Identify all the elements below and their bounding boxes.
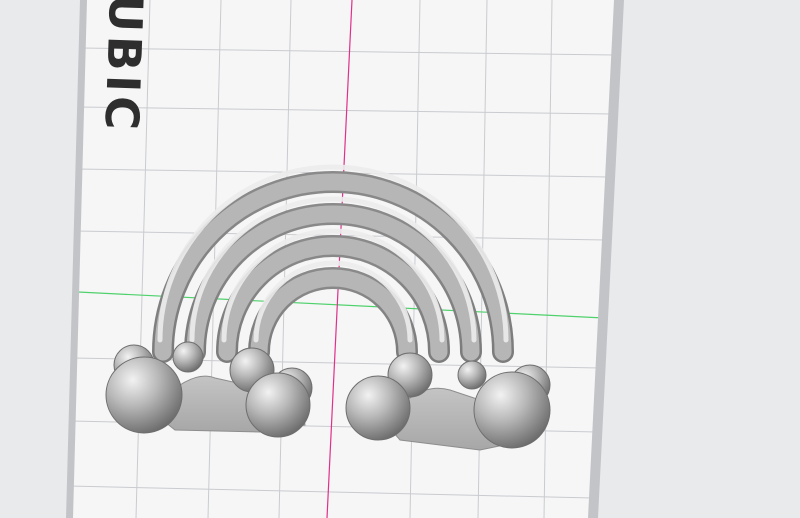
3d-viewport[interactable]: UBIC xyxy=(0,0,800,518)
build-plate-scene[interactable]: UBIC xyxy=(0,0,800,518)
bed-logo-text: UBIC xyxy=(94,0,153,135)
